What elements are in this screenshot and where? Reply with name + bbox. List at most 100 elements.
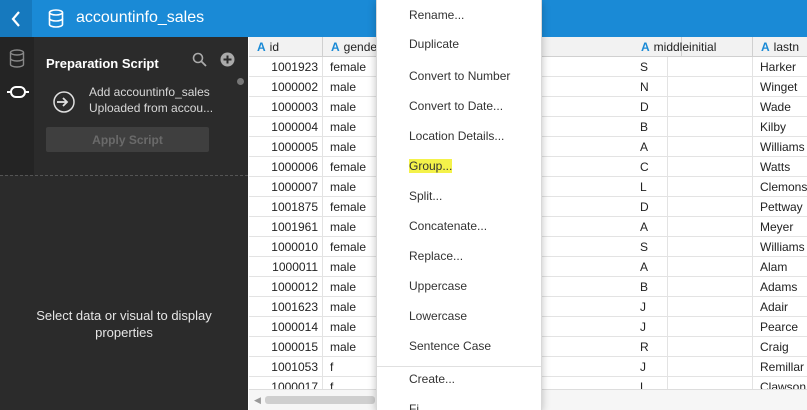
table-cell[interactable]: Adair (753, 297, 807, 317)
table-cell[interactable]: Watts (753, 157, 807, 177)
table-cell[interactable]: A (633, 257, 753, 277)
import-step-icon (53, 91, 75, 113)
menu-item-label: Group... (409, 159, 453, 173)
table-cell[interactable]: 1000015 (249, 337, 323, 357)
table-cell[interactable]: Adams (753, 277, 807, 297)
table-cell[interactable]: Williams (753, 137, 807, 157)
table-cell[interactable]: S (633, 237, 753, 257)
search-icon[interactable] (192, 52, 207, 67)
menu-item[interactable]: Rename... (377, 0, 541, 30)
table-cell[interactable]: Craig (753, 337, 807, 357)
table-cell[interactable]: 1000014 (249, 317, 323, 337)
column-header-id[interactable]: Aid (249, 37, 323, 57)
table-cell[interactable]: Remillar (753, 357, 807, 377)
table-cell[interactable]: 1001961 (249, 217, 323, 237)
table-cell[interactable]: 1000005 (249, 137, 323, 157)
table-cell[interactable]: 1000012 (249, 277, 323, 297)
menu-item[interactable]: Lowercase (377, 301, 541, 331)
table-cell[interactable]: A (633, 217, 753, 237)
database-icon (48, 9, 64, 28)
properties-message: Select data or visual to display propert… (0, 307, 248, 341)
table-cell[interactable]: 1000004 (249, 117, 323, 137)
table-cell[interactable]: B (633, 277, 753, 297)
database-icon[interactable] (9, 49, 25, 68)
menu-item[interactable]: Create... (377, 364, 541, 394)
menu-item[interactable]: Convert to Number (377, 61, 541, 91)
table-cell[interactable]: Clemons (753, 177, 807, 197)
menu-item-label: Rename... (409, 8, 465, 22)
table-cell[interactable]: 1001053 (249, 357, 323, 377)
table-cell[interactable]: 1000011 (249, 257, 323, 277)
table-cell[interactable]: J (633, 357, 753, 377)
table-cell[interactable]: 1000007 (249, 177, 323, 197)
menu-item[interactable]: Concatenate... (377, 211, 541, 241)
table-cell[interactable]: 1000006 (249, 157, 323, 177)
table-cell[interactable]: D (633, 97, 753, 117)
step-sublabel: Uploaded from accou... (89, 101, 214, 115)
menu-item[interactable]: Group... (377, 151, 541, 181)
table-cell[interactable]: 1001923 (249, 57, 323, 77)
scroll-left-icon[interactable]: ◀ (254, 395, 261, 406)
column-header-lastname[interactable]: Alastn (753, 37, 807, 57)
menu-item[interactable]: Duplicate (377, 29, 541, 59)
table-cell[interactable]: N (633, 77, 753, 97)
table-cell[interactable]: J (633, 297, 753, 317)
table-cell[interactable]: D (633, 197, 753, 217)
table-cell[interactable]: A (633, 137, 753, 157)
menu-item[interactable]: Replace... (377, 241, 541, 271)
chevron-left-icon (11, 10, 20, 27)
menu-item[interactable]: Uppercase (377, 271, 541, 301)
table-cell[interactable]: 1000003 (249, 97, 323, 117)
menu-item-label: Fi... (409, 402, 429, 410)
menu-item-label: Convert to Number (409, 69, 511, 83)
menu-separator (377, 366, 541, 367)
panel-divider (0, 175, 248, 176)
table-cell[interactable]: Meyer (753, 217, 807, 237)
properties-message-line: properties (95, 325, 153, 340)
data-flow-icon[interactable] (7, 85, 29, 99)
column-header-middleinitial[interactable]: Amiddleinitial (633, 37, 753, 57)
table-cell[interactable]: 1000002 (249, 77, 323, 97)
apply-script-button[interactable]: Apply Script (46, 127, 209, 152)
table-cell[interactable]: Pettway (753, 197, 807, 217)
menu-item-label: Uppercase (409, 279, 468, 293)
text-type-icon: A (641, 40, 650, 54)
menu-item-label: Lowercase (409, 309, 468, 323)
table-cell[interactable]: L (633, 177, 753, 197)
table-cell[interactable]: 1001875 (249, 197, 323, 217)
table-cell[interactable]: R (633, 337, 753, 357)
menu-item[interactable]: Convert to Date... (377, 91, 541, 121)
menu-item-label: Replace... (409, 249, 464, 263)
back-button[interactable] (0, 0, 32, 37)
table-cell[interactable]: Pearce (753, 317, 807, 337)
dataset-title: accountinfo_sales (76, 9, 205, 26)
table-cell[interactable]: Alam (753, 257, 807, 277)
panel-title: Preparation Script (46, 56, 159, 71)
table-cell[interactable]: B (633, 117, 753, 137)
scrollbar-thumb[interactable] (265, 396, 375, 404)
menu-item-label: Duplicate (409, 37, 460, 51)
menu-item-label: Split... (409, 189, 443, 203)
menu-item[interactable]: Sentence Case (377, 331, 541, 361)
table-cell[interactable]: C (633, 157, 753, 177)
add-icon[interactable] (220, 52, 235, 67)
menu-item[interactable]: Split... (377, 181, 541, 211)
table-cell[interactable]: 1000010 (249, 237, 323, 257)
table-cell[interactable]: Kilby (753, 117, 807, 137)
table-cell[interactable]: J (633, 317, 753, 337)
text-type-icon: A (761, 40, 770, 54)
text-type-icon: A (331, 40, 340, 54)
menu-item[interactable]: Fi... (377, 394, 541, 410)
table-cell[interactable]: S (633, 57, 753, 77)
text-type-icon: A (257, 40, 266, 54)
left-rail (0, 37, 34, 175)
table-cell[interactable]: Harker (753, 57, 807, 77)
table-cell[interactable]: Williams (753, 237, 807, 257)
table-cell[interactable]: Wade (753, 97, 807, 117)
column-context-menu: Rename... Duplicate Convert to Number Conve… (376, 0, 542, 410)
scroll-indicator (237, 78, 244, 85)
menu-item[interactable]: Location Details... (377, 121, 541, 151)
step-label[interactable]: Add accountinfo_sales (89, 85, 210, 99)
table-cell[interactable]: Winget (753, 77, 807, 97)
table-cell[interactable]: 1001623 (249, 297, 323, 317)
